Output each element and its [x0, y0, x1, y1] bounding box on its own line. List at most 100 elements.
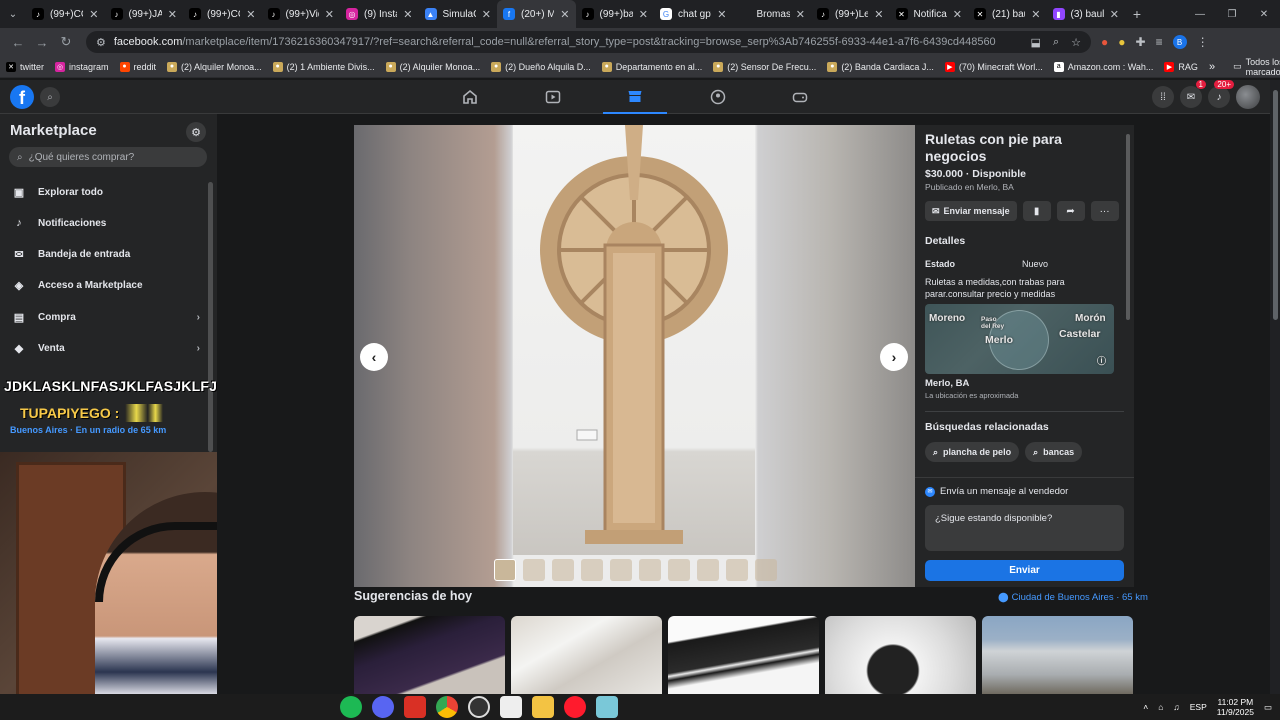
browser-tab[interactable]: ♪ (99+)JAJ ✕: [105, 0, 184, 28]
facebook-logo[interactable]: f: [10, 85, 34, 109]
details-scrollbar[interactable]: [1126, 134, 1130, 320]
browser-tab[interactable]: ▲ SimulaC ✕: [419, 0, 498, 28]
bookmark-item[interactable]: ● (2) Alquiler Monoa...: [167, 61, 262, 72]
home-tab[interactable]: [438, 80, 502, 114]
photo-thumbnail[interactable]: [581, 559, 603, 581]
close-tab-icon[interactable]: ✕: [1110, 8, 1119, 21]
browser-tab[interactable]: ▮ (3) baul ✕: [1047, 0, 1126, 28]
browser-tab[interactable]: ✕ Notificac ✕: [890, 0, 969, 28]
language-indicator[interactable]: ESP: [1190, 702, 1207, 712]
tab-search-button[interactable]: ⌄: [0, 0, 26, 28]
share-button[interactable]: ➦: [1056, 201, 1085, 221]
related-search-chip[interactable]: ⌕ bancas: [1025, 442, 1083, 462]
location-map[interactable]: Moreno Paso del Rey Merlo Morón Castelar…: [925, 304, 1114, 374]
browser-tab[interactable]: f (20+) M ✕: [497, 0, 576, 28]
photo-thumbnail[interactable]: [610, 559, 632, 581]
browser-tab[interactable]: Gchat gpt ✕: [654, 0, 733, 28]
notifications-icon[interactable]: ▭: [1264, 702, 1272, 713]
close-tab-icon[interactable]: ✕: [482, 8, 491, 21]
minimize-button[interactable]: —: [1184, 0, 1216, 28]
sidebar-item[interactable]: ♪ Notificaciones: [10, 209, 200, 237]
bookmark-item[interactable]: ● (2) Dueño Alquila D...: [491, 61, 591, 72]
bookmark-item[interactable]: a Amazon.com : Wah...: [1053, 61, 1153, 72]
install-icon[interactable]: ⬓: [1031, 36, 1041, 49]
photo-thumbnail[interactable]: [494, 559, 516, 581]
extensions-puzzle-icon[interactable]: ✚: [1136, 35, 1146, 49]
reload-button[interactable]: ↻: [54, 30, 78, 54]
close-tab-icon[interactable]: ✕: [717, 8, 726, 21]
app-icon[interactable]: [596, 696, 618, 718]
browser-tab[interactable]: ♪ (99+)Leg ✕: [811, 0, 890, 28]
suggestion-card-phone[interactable]: [354, 616, 505, 694]
notifications-bell-icon[interactable]: ♪ 20+: [1208, 80, 1234, 108]
bookmark-item[interactable]: ● (2) Alquiler Monoa...: [385, 61, 480, 72]
close-tab-icon[interactable]: ✕: [796, 8, 805, 21]
send-button[interactable]: Enviar: [925, 560, 1124, 581]
suggestion-card-sneakers[interactable]: [511, 616, 662, 694]
chrome-icon[interactable]: [436, 696, 458, 718]
suggestion-card-keyboard[interactable]: [668, 616, 819, 694]
page-scrollbar[interactable]: [1270, 80, 1280, 694]
bookmark-item[interactable]: ● reddit: [119, 61, 156, 72]
bookmark-star-icon[interactable]: ☆: [1071, 36, 1081, 49]
obs-icon[interactable]: [468, 696, 490, 718]
close-tab-icon[interactable]: ✕: [874, 8, 883, 21]
bookmark-item[interactable]: ● (2) Sensor De Frecu...: [713, 61, 816, 72]
media-icon[interactable]: ≡: [1156, 35, 1163, 49]
close-tab-icon[interactable]: ✕: [246, 8, 255, 21]
gear-icon[interactable]: ⚙: [186, 122, 206, 142]
clock[interactable]: 11:02 PM 11/9/2025: [1217, 697, 1254, 717]
suggestions-location-link[interactable]: ⬤ Ciudad de Buenos Aires · 65 km: [998, 592, 1148, 603]
spotify-icon[interactable]: [340, 696, 362, 718]
browser-tab[interactable]: ♪ (99+)CO ✕: [26, 0, 105, 28]
apps-menu-icon[interactable]: ⁞⁞: [1152, 86, 1174, 108]
marketplace-tab[interactable]: [603, 80, 667, 114]
suggestion-card-steering-wheel[interactable]: [825, 616, 976, 694]
video-tab[interactable]: [521, 80, 585, 114]
close-window-button[interactable]: ✕: [1248, 0, 1280, 28]
photo-thumbnail[interactable]: [726, 559, 748, 581]
browser-tab[interactable]: ✕ (21) bau ✕: [968, 0, 1047, 28]
photo-thumbnail[interactable]: [697, 559, 719, 581]
search-icon[interactable]: ⌕: [40, 87, 60, 107]
forward-button[interactable]: →: [30, 30, 54, 54]
sidebar-item[interactable]: ▤ Compra ›: [10, 303, 200, 331]
message-input[interactable]: ¿Sigue estando disponible?: [925, 505, 1124, 551]
all-bookmarks-folder[interactable]: ▭ Todos los marcadores: [1233, 57, 1280, 77]
app-icon[interactable]: [500, 696, 522, 718]
zoom-icon[interactable]: ⌕: [1053, 36, 1059, 49]
bookmark-item[interactable]: ● (2) 1 Ambiente Divis...: [272, 61, 375, 72]
close-tab-icon[interactable]: ✕: [403, 8, 412, 21]
sidebar-item[interactable]: ◆ Venta ›: [10, 334, 200, 362]
file-explorer-icon[interactable]: [532, 696, 554, 718]
messenger-icon[interactable]: ✉ 1: [1180, 80, 1206, 108]
sidebar-scrollbar[interactable]: [208, 182, 213, 452]
photo-thumbnail[interactable]: [755, 559, 777, 581]
gaming-tab[interactable]: [768, 80, 832, 114]
photo-thumbnail[interactable]: [552, 559, 574, 581]
photo-thumbnail[interactable]: [668, 559, 690, 581]
bookmarks-overflow-icon[interactable]: »: [1209, 61, 1215, 73]
account-avatar[interactable]: [1236, 85, 1260, 109]
close-tab-icon[interactable]: ✕: [953, 8, 962, 21]
discord-icon[interactable]: [372, 696, 394, 718]
address-bar[interactable]: ⚙ facebook.com /marketplace/item/1736216…: [86, 31, 1091, 53]
browser-tab[interactable]: ♪ (99+)CO ✕: [183, 0, 262, 28]
previous-photo-button[interactable]: ‹: [360, 343, 388, 371]
volume-icon[interactable]: ♫: [1173, 702, 1179, 712]
profile-avatar[interactable]: B: [1172, 35, 1187, 49]
bookmark-item[interactable]: ● Departamento en al...: [601, 61, 702, 72]
sidebar-item[interactable]: ◈ Acceso a Marketplace: [10, 271, 200, 299]
bookmark-item[interactable]: ● (2) Banda Cardiaca J...: [827, 61, 934, 72]
photo-thumbnail[interactable]: [639, 559, 661, 581]
site-info-icon[interactable]: ⚙: [96, 36, 106, 49]
back-button[interactable]: ←: [6, 30, 30, 54]
close-tab-icon[interactable]: ✕: [89, 8, 98, 21]
bookmark-item[interactable]: ▶ RAG: [1164, 61, 1198, 72]
more-options-button[interactable]: ···: [1090, 201, 1119, 221]
chevron-up-icon[interactable]: ˄: [1143, 702, 1148, 712]
marketplace-search-input[interactable]: ⌕ ¿Qué quieres comprar?: [9, 147, 207, 167]
extension-icon[interactable]: ●: [1101, 35, 1108, 49]
browser-tab[interactable]: ♪ (99+)bar ✕: [576, 0, 655, 28]
app-icon[interactable]: [404, 696, 426, 718]
